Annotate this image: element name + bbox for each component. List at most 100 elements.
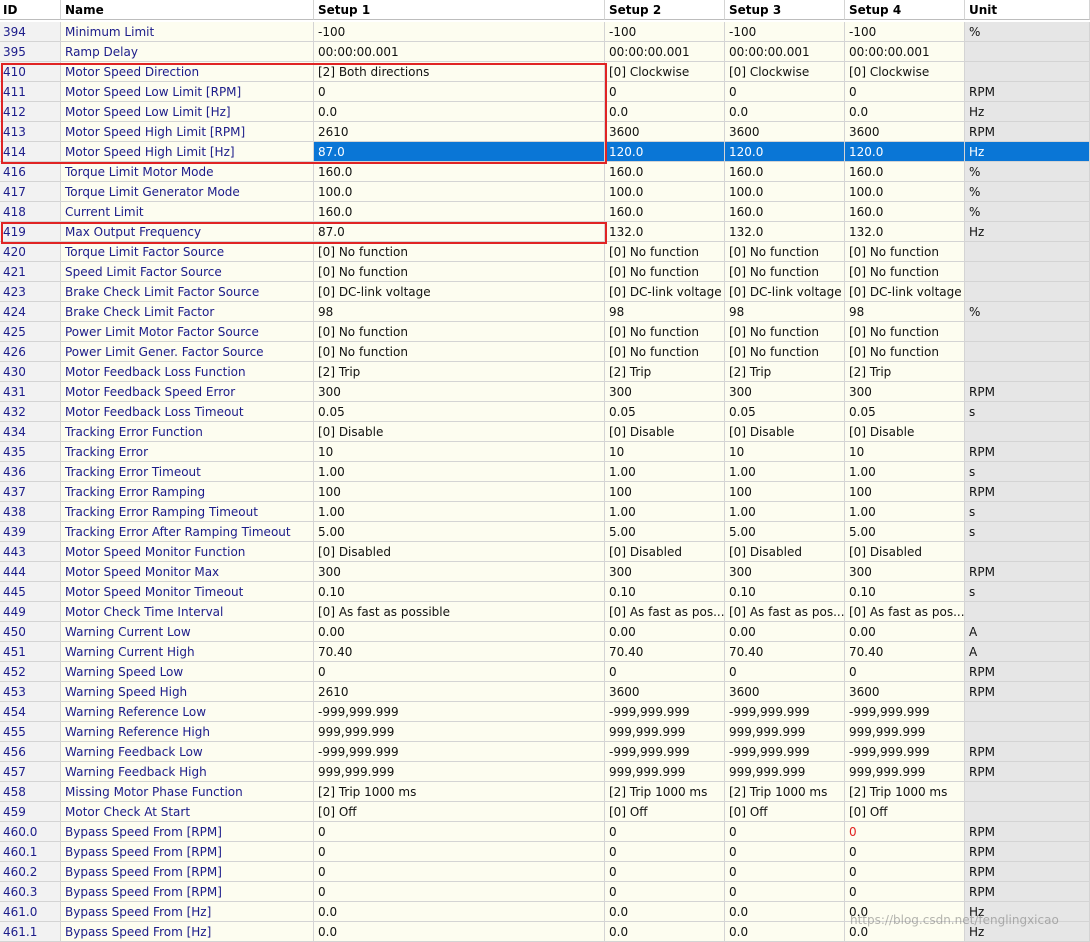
setup-2-value[interactable]: 132.0 bbox=[605, 222, 725, 242]
table-row[interactable]: 456 Warning Feedback Low -999,999.999 -999,… bbox=[0, 742, 1090, 762]
table-row[interactable]: 417 Torque Limit Generator Mode 100.0 100.0… bbox=[0, 182, 1090, 202]
table-row[interactable]: 394 Minimum Limit -100 -100 -100 -100% bbox=[0, 22, 1090, 42]
setup-1-value[interactable]: 160.0 bbox=[314, 162, 605, 182]
setup-2-value[interactable]: -999,999.999 bbox=[605, 702, 725, 722]
table-row[interactable]: 438 Tracking Error Ramping Timeout 1.00 1.0… bbox=[0, 502, 1090, 522]
setup-2-value[interactable]: [2] Trip bbox=[605, 362, 725, 382]
setup-3-value[interactable]: [0] Off bbox=[725, 802, 845, 822]
table-row[interactable]: 450 Warning Current Low 0.00 0.00 0.00 0.00 A bbox=[0, 622, 1090, 642]
setup-3-value[interactable]: 0.05 bbox=[725, 402, 845, 422]
setup-2-value[interactable]: [0] No function bbox=[605, 242, 725, 262]
setup-1-value[interactable]: 10 bbox=[314, 442, 605, 462]
setup-2-value[interactable]: 0.0 bbox=[605, 102, 725, 122]
setup-2-value[interactable]: [0] No function bbox=[605, 342, 725, 362]
setup-4-value[interactable]: 0 bbox=[845, 862, 965, 882]
table-row[interactable]: 444 Motor Speed Monitor Max 300 300 300 300 RP… bbox=[0, 562, 1090, 582]
setup-1-value[interactable]: 300 bbox=[314, 382, 605, 402]
setup-1-value[interactable]: 0.0 bbox=[314, 102, 605, 122]
setup-2-value[interactable]: 160.0 bbox=[605, 162, 725, 182]
setup-1-value[interactable]: 0.10 bbox=[314, 582, 605, 602]
setup-4-value[interactable]: 160.0 bbox=[845, 202, 965, 222]
setup-2-value[interactable]: 3600 bbox=[605, 682, 725, 702]
setup-2-value[interactable]: [0] DC-link voltage bbox=[605, 282, 725, 302]
setup-1-value[interactable]: 0 bbox=[314, 82, 605, 102]
setup-4-value[interactable]: [0] Disabled bbox=[845, 542, 965, 562]
setup-3-value[interactable]: 0.0 bbox=[725, 902, 845, 922]
setup-4-value[interactable]: [2] Trip bbox=[845, 362, 965, 382]
setup-3-value[interactable]: [0] No function bbox=[725, 342, 845, 362]
table-row[interactable]: 423 Brake Check Limit Factor Source [0] DC… bbox=[0, 282, 1090, 302]
setup-4-value[interactable]: -999,999.999 bbox=[845, 742, 965, 762]
setup-3-value[interactable]: 160.0 bbox=[725, 162, 845, 182]
setup-1-value[interactable]: 70.40 bbox=[314, 642, 605, 662]
setup-2-value[interactable]: -999,999.999 bbox=[605, 742, 725, 762]
table-row[interactable]: 426 Power Limit Gener. Factor Source [0] N… bbox=[0, 342, 1090, 362]
column-header-unit[interactable]: Unit bbox=[965, 0, 1090, 20]
setup-4-value[interactable]: 10 bbox=[845, 442, 965, 462]
setup-3-value[interactable]: -999,999.999 bbox=[725, 742, 845, 762]
table-row[interactable]: 411 Motor Speed Low Limit [RPM] 0 0 0 0 RPM bbox=[0, 82, 1090, 102]
setup-4-value[interactable]: 160.0 bbox=[845, 162, 965, 182]
setup-2-value[interactable]: 999,999.999 bbox=[605, 722, 725, 742]
setup-2-value[interactable]: 0 bbox=[605, 862, 725, 882]
setup-4-value[interactable]: 0.05 bbox=[845, 402, 965, 422]
table-row[interactable]: 410 Motor Speed Direction [2] Both directi… bbox=[0, 62, 1090, 82]
setup-3-value[interactable]: 1.00 bbox=[725, 462, 845, 482]
setup-1-value[interactable]: [0] DC-link voltage bbox=[314, 282, 605, 302]
column-header-setup-3[interactable]: Setup 3 bbox=[725, 0, 845, 20]
setup-4-value[interactable]: [0] Clockwise bbox=[845, 62, 965, 82]
column-header-setup-1[interactable]: Setup 1 bbox=[314, 0, 605, 20]
setup-2-value[interactable]: 00:00:00.001 bbox=[605, 42, 725, 62]
setup-4-value[interactable]: 1.00 bbox=[845, 462, 965, 482]
setup-1-value[interactable]: 0.0 bbox=[314, 922, 605, 942]
setup-4-value[interactable]: [0] No function bbox=[845, 342, 965, 362]
setup-3-value[interactable]: -100 bbox=[725, 22, 845, 42]
setup-2-value[interactable]: 300 bbox=[605, 562, 725, 582]
table-row[interactable]: 413 Motor Speed High Limit [RPM] 2610 3600 3… bbox=[0, 122, 1090, 142]
setup-2-value[interactable]: 0 bbox=[605, 662, 725, 682]
setup-1-value[interactable]: 100.0 bbox=[314, 182, 605, 202]
setup-4-value[interactable]: -999,999.999 bbox=[845, 702, 965, 722]
setup-1-value[interactable]: 0 bbox=[314, 862, 605, 882]
setup-1-value[interactable]: 0 bbox=[314, 662, 605, 682]
setup-1-value[interactable]: 999,999.999 bbox=[314, 762, 605, 782]
setup-3-value[interactable]: 5.00 bbox=[725, 522, 845, 542]
setup-1-value[interactable]: 2610 bbox=[314, 122, 605, 142]
setup-3-value[interactable]: [0] No function bbox=[725, 242, 845, 262]
setup-3-value[interactable]: 999,999.999 bbox=[725, 722, 845, 742]
setup-3-value[interactable]: 0 bbox=[725, 822, 845, 842]
setup-3-value[interactable]: 10 bbox=[725, 442, 845, 462]
setup-1-value[interactable]: 2610 bbox=[314, 682, 605, 702]
setup-3-value[interactable]: 100.0 bbox=[725, 182, 845, 202]
column-header-setup-4[interactable]: Setup 4 bbox=[845, 0, 965, 20]
setup-3-value[interactable]: 160.0 bbox=[725, 202, 845, 222]
setup-3-value[interactable]: 00:00:00.001 bbox=[725, 42, 845, 62]
setup-3-value[interactable]: 300 bbox=[725, 562, 845, 582]
setup-4-value[interactable]: 0 bbox=[845, 82, 965, 102]
setup-4-value[interactable]: 300 bbox=[845, 562, 965, 582]
setup-1-value[interactable]: -100 bbox=[314, 22, 605, 42]
table-row[interactable]: 443 Motor Speed Monitor Function [0] Disab… bbox=[0, 542, 1090, 562]
setup-3-value[interactable]: -999,999.999 bbox=[725, 702, 845, 722]
setup-3-value[interactable]: 98 bbox=[725, 302, 845, 322]
setup-3-value[interactable]: 1.00 bbox=[725, 502, 845, 522]
setup-2-value[interactable]: [0] Clockwise bbox=[605, 62, 725, 82]
table-row[interactable]: 424 Brake Check Limit Factor 98 98 98 98% bbox=[0, 302, 1090, 322]
column-header-setup-2[interactable]: Setup 2 bbox=[605, 0, 725, 20]
setup-2-value[interactable]: 160.0 bbox=[605, 202, 725, 222]
setup-4-value[interactable]: 100.0 bbox=[845, 182, 965, 202]
setup-2-value[interactable]: 3600 bbox=[605, 122, 725, 142]
setup-2-value[interactable]: 100.0 bbox=[605, 182, 725, 202]
setup-2-value[interactable]: [0] Off bbox=[605, 802, 725, 822]
setup-4-value[interactable]: [0] No function bbox=[845, 322, 965, 342]
setup-1-value[interactable]: 87.0 bbox=[314, 222, 605, 242]
setup-2-value[interactable]: 5.00 bbox=[605, 522, 725, 542]
table-row[interactable]: 451 Warning Current High 70.40 70.40 70.40 70… bbox=[0, 642, 1090, 662]
setup-4-value[interactable]: 98 bbox=[845, 302, 965, 322]
setup-3-value[interactable]: [0] Clockwise bbox=[725, 62, 845, 82]
table-row[interactable]: 452 Warning Speed Low 0 0 0 0 RPM bbox=[0, 662, 1090, 682]
setup-1-value[interactable]: 300 bbox=[314, 562, 605, 582]
setup-1-value[interactable]: 0 bbox=[314, 882, 605, 902]
setup-2-value[interactable]: -100 bbox=[605, 22, 725, 42]
setup-1-value[interactable]: 5.00 bbox=[314, 522, 605, 542]
